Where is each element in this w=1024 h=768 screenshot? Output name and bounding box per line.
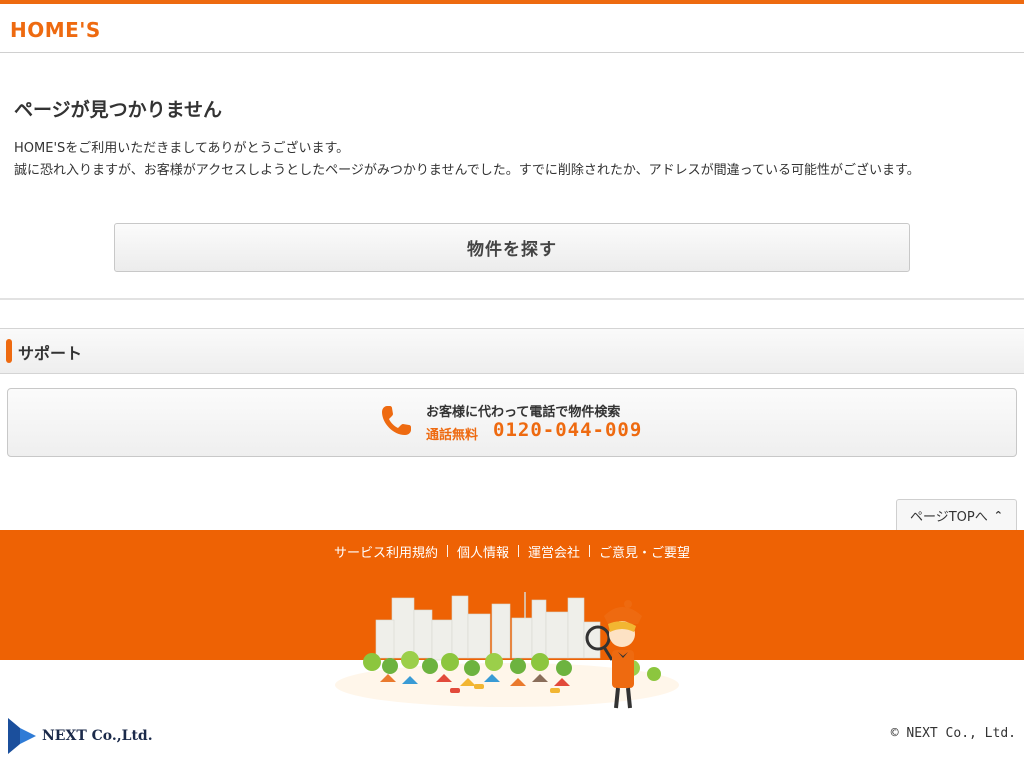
- copyright: © NEXT Co., Ltd.: [890, 726, 1016, 741]
- page-top-button[interactable]: ページTOPへ ⌃: [896, 499, 1017, 531]
- next-logo-text: NEXT Co.,Ltd.: [42, 728, 153, 744]
- phone-search-button[interactable]: お客様に代わって電話で物件検索 通話無料 0120-044-009: [7, 388, 1017, 457]
- footer-link-separator: [589, 545, 591, 557]
- footer-link-separator: [518, 545, 519, 557]
- search-property-button[interactable]: 物件を探す: [114, 223, 910, 272]
- page-top-label: ページTOPへ: [910, 510, 988, 525]
- phone-heading: お客様に代わって電話で物件検索: [426, 405, 621, 420]
- site-header: HOME'S: [0, 4, 1024, 53]
- support-accent-bar: [6, 339, 12, 363]
- support-section-header: サポート: [0, 328, 1024, 374]
- chevron-up-icon: ⌃: [993, 509, 1003, 522]
- footer-links: サービス利用規約 個人情報 運営会社 ご意見・ご要望: [0, 542, 1024, 561]
- description-line-1: HOME'Sをご利用いただきましてありがとうございます。: [14, 141, 350, 156]
- phone-number: 0120-044-009: [493, 419, 643, 441]
- next-logo-mark-icon: [8, 718, 36, 754]
- phone-icon: [382, 406, 411, 435]
- footer-link-feedback[interactable]: ご意見・ご要望: [590, 542, 699, 561]
- support-title: サポート: [18, 344, 83, 363]
- description-line-2: 誠に恐れ入りますが、お客様がアクセスしようとしたページがみつかりませんでした。す…: [14, 163, 920, 178]
- footer-link-terms[interactable]: サービス利用規約: [325, 542, 447, 561]
- next-company-logo[interactable]: NEXT Co.,Ltd.: [8, 718, 153, 754]
- footer-link-company[interactable]: 運営会社: [519, 542, 589, 561]
- footer-link-privacy[interactable]: 個人情報: [448, 542, 518, 561]
- site-logo[interactable]: HOME'S: [10, 14, 101, 42]
- city-mascot-illustration: [335, 592, 679, 709]
- main-content: ページが見つかりません HOME'Sをご利用いただきましてありがとうございます。…: [0, 53, 1024, 300]
- toll-free-label: 通話無料: [426, 428, 479, 443]
- logo-text: HOME'S: [10, 18, 101, 42]
- page-title: ページが見つかりません: [14, 99, 223, 121]
- error-description: HOME'Sをご利用いただきましてありがとうございます。 誠に恐れ入りますが、お…: [14, 138, 920, 182]
- footer-link-separator: [446, 545, 448, 557]
